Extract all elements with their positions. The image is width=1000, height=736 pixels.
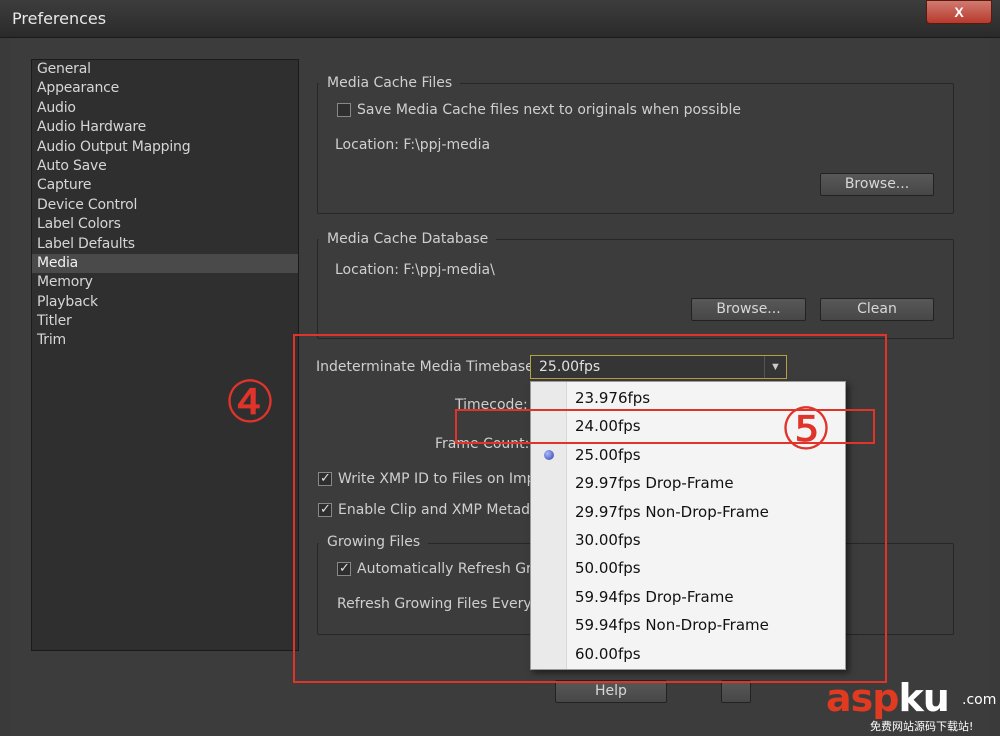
sidebar-item[interactable]: Label Defaults (32, 235, 298, 254)
save-cache-next-to-originals-checkbox[interactable] (337, 103, 351, 117)
media-cache-database-group (317, 239, 954, 339)
media-cache-database-location: Location: F:\ppj-media\ (335, 262, 495, 278)
save-cache-checkbox-label: Save Media Cache files next to originals… (357, 102, 741, 118)
sidebar-item[interactable]: Media (32, 253, 298, 274)
sidebar-item[interactable]: Memory (32, 273, 298, 292)
sidebar-item[interactable]: Label Colors (32, 215, 298, 234)
annotation-number-4: ④ (224, 368, 276, 436)
sidebar-item[interactable]: Auto Save (32, 157, 298, 176)
sidebar-item[interactable]: Audio (32, 99, 298, 118)
title-bar[interactable]: Preferences X (0, 0, 1000, 38)
annotation-box-4 (293, 334, 887, 683)
sidebar-item[interactable]: Audio Output Mapping (32, 138, 298, 157)
sidebar-item[interactable]: Device Control (32, 196, 298, 215)
watermark-logo: aspku .com 免费网站源码下载站! (826, 676, 996, 734)
media-cache-database-title: Media Cache Database (319, 231, 497, 247)
annotation-number-5: ⑤ (780, 395, 832, 463)
sidebar-item[interactable]: Audio Hardware (32, 118, 298, 137)
media-cache-database-browse-button[interactable]: Browse... (691, 298, 806, 321)
close-button[interactable]: X (926, 0, 992, 24)
watermark-com: .com (962, 692, 997, 708)
watermark-text: aspku (826, 676, 950, 720)
sidebar-item[interactable]: General (32, 60, 298, 79)
media-cache-files-title: Media Cache Files (319, 75, 461, 91)
watermark-subtitle: 免费网站源码下载站! (870, 720, 974, 733)
sidebar-item[interactable]: Capture (32, 176, 298, 195)
sidebar-item[interactable]: Titler (32, 312, 298, 331)
preferences-window: Preferences X General Appearance Audio Audi… (0, 0, 1000, 736)
sidebar-item[interactable]: Appearance (32, 79, 298, 98)
sidebar-item[interactable]: Trim (32, 331, 298, 350)
sidebar-item[interactable]: Playback (32, 293, 298, 312)
window-title: Preferences (12, 9, 107, 28)
ok-button-partial[interactable] (721, 680, 751, 703)
media-cache-database-clean-button[interactable]: Clean (820, 298, 934, 321)
media-cache-files-location: Location: F:\ppj-media (335, 137, 491, 153)
media-cache-files-browse-button[interactable]: Browse... (820, 173, 934, 196)
help-button[interactable]: Help (555, 680, 667, 703)
category-list[interactable]: General Appearance Audio Audio Hardware Audi… (31, 59, 299, 651)
